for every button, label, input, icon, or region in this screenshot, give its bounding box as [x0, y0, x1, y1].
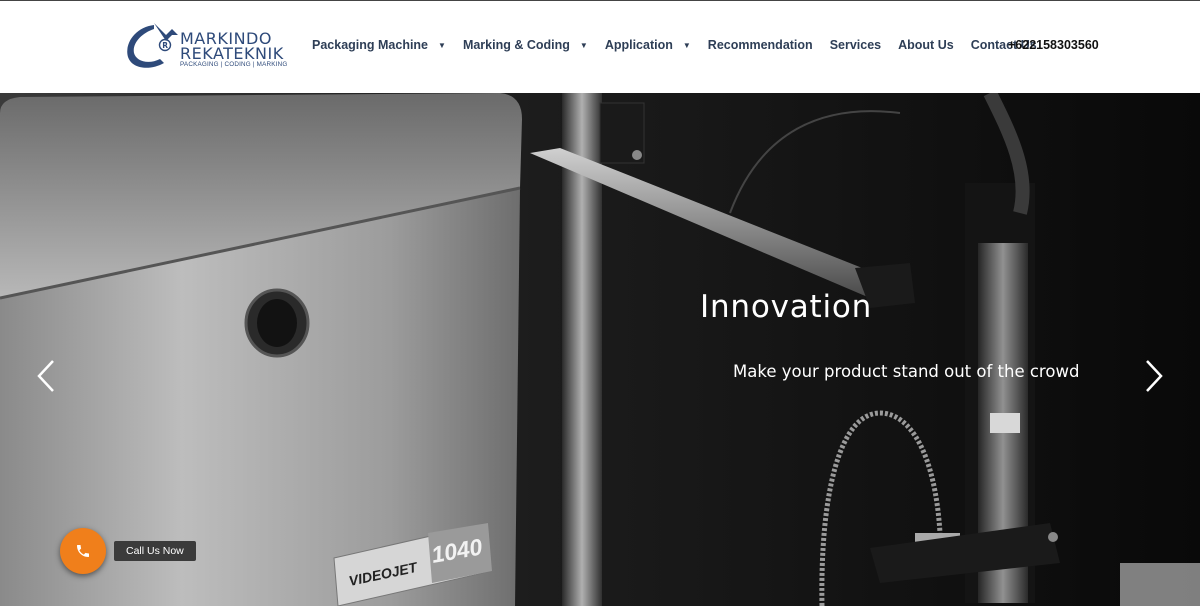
slide-title: Innovation	[700, 289, 873, 325]
svg-text:R: R	[162, 41, 168, 50]
chevron-left-icon	[37, 360, 54, 392]
slider-prev-button[interactable]	[36, 359, 56, 393]
nav-item-label: Recommendation	[707, 38, 813, 52]
logo-line-2: REKATEKNIK	[180, 44, 284, 63]
phone-icon	[77, 545, 89, 557]
nav-item-application[interactable]: Application ▼	[605, 38, 691, 52]
logo-tagline: PACKAGING | CODING | MARKING	[180, 61, 288, 68]
nav-item-label: Marking & Coding	[462, 38, 570, 52]
header-phone-link[interactable]: +622158303560	[1008, 38, 1099, 52]
hero-slider: VIDEOJET 1040 Innovation Make your produ…	[0, 93, 1200, 606]
nav-item-recommendation[interactable]: Recommendation	[708, 38, 813, 52]
caret-down-icon: ▼	[438, 40, 446, 50]
nav-item-label: Packaging Machine	[312, 38, 429, 52]
caret-down-icon: ▼	[682, 40, 691, 50]
slide-subtitle: Make your product stand out of the crowd	[733, 362, 1080, 381]
site-header: R MARKINDO REKATEKNIK PACKAGING | CODING…	[0, 0, 1200, 93]
nav-item-about-us[interactable]: About Us	[898, 38, 954, 52]
nav-item-label: Application	[604, 38, 673, 52]
caret-down-icon: ▼	[579, 40, 588, 50]
call-now-tooltip: Call Us Now	[114, 541, 196, 561]
call-now-button[interactable]	[60, 528, 106, 574]
nav-item-label: About Us	[898, 38, 954, 52]
nav-item-services[interactable]: Services	[830, 38, 881, 52]
main-nav: Packaging Machine ▼ Marking & Coding ▼ A…	[312, 38, 1054, 52]
nav-item-packaging-machine[interactable]: Packaging Machine ▼	[312, 38, 446, 52]
chevron-right-icon	[1146, 360, 1163, 392]
logo-swoosh-icon: R	[127, 23, 178, 68]
site-logo[interactable]: R MARKINDO REKATEKNIK PACKAGING | CODING…	[124, 21, 294, 73]
nav-item-label: Services	[829, 38, 882, 52]
hero-background-image: VIDEOJET 1040	[0, 93, 1200, 606]
slider-next-button[interactable]	[1144, 359, 1164, 393]
nav-item-marking-coding[interactable]: Marking & Coding ▼	[463, 38, 588, 52]
